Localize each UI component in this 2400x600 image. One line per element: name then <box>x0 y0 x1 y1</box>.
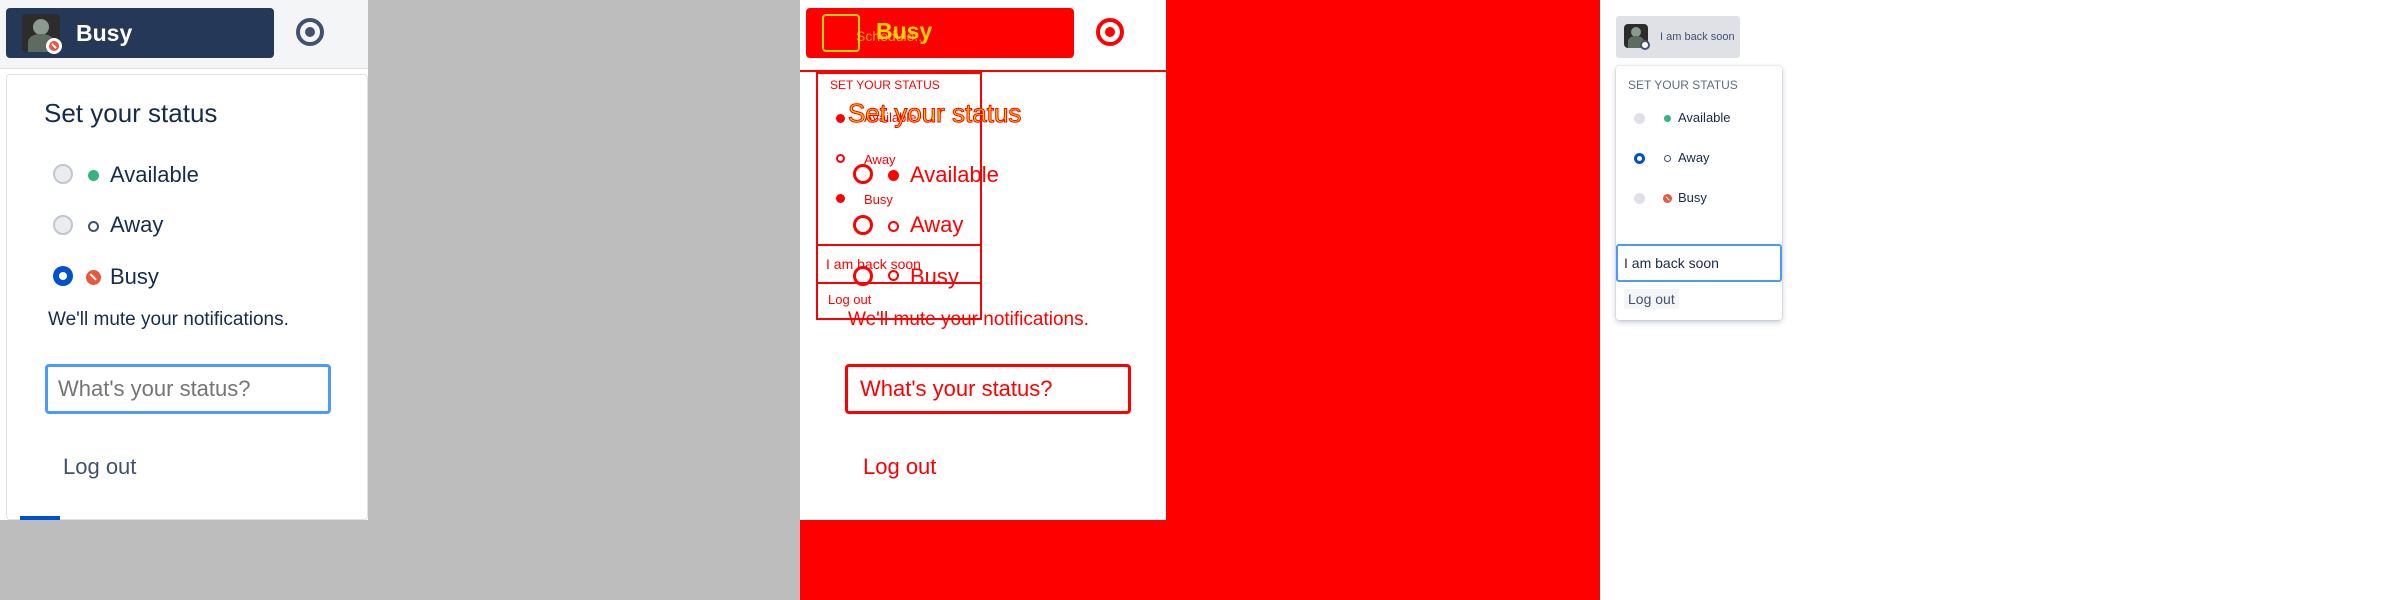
small-radio-away <box>836 154 845 163</box>
scroll-indicator <box>20 516 60 520</box>
gray-strip-bottom <box>0 520 368 600</box>
status-label: I am back soon <box>1660 31 1735 43</box>
away-status-badge-icon <box>1640 40 1650 50</box>
option-away-label: Away <box>110 212 164 237</box>
overlap-text: Schedule... <box>856 28 927 44</box>
option-busy-label: Busy <box>910 264 959 289</box>
status-input[interactable] <box>1616 244 1782 282</box>
busy-dot-icon <box>86 270 101 285</box>
target-icon[interactable] <box>296 18 324 46</box>
logout-button[interactable]: Log out <box>863 454 936 480</box>
status-menu <box>6 74 368 520</box>
menu-title: Set your status <box>44 98 218 128</box>
radio-busy[interactable] <box>1634 193 1645 204</box>
small-option-busy: Busy <box>864 192 893 207</box>
radio-away[interactable] <box>1634 153 1645 164</box>
small-radio-busy <box>836 194 845 203</box>
status-label: Busy <box>76 20 133 46</box>
away-dot-icon <box>888 221 899 232</box>
option-available-label: Available <box>910 162 999 187</box>
avatar <box>822 14 860 52</box>
small-option-away: Away <box>864 152 896 167</box>
small-logout: Log out <box>828 292 872 307</box>
radio-available[interactable] <box>853 164 873 184</box>
busy-status-icon <box>46 38 62 54</box>
menu-small-heading: SET YOUR STATUS <box>830 78 940 92</box>
option-away-label: Away <box>910 212 964 237</box>
menu-title: Set your status <box>847 98 1022 129</box>
mute-note: We'll mute your notifications. <box>848 309 1089 330</box>
option-busy-label: Busy <box>1678 190 1707 205</box>
radio-away[interactable] <box>853 215 873 235</box>
option-available-label: Available <box>1678 110 1731 125</box>
away-dot-icon <box>1664 155 1671 162</box>
radio-available[interactable] <box>53 164 73 184</box>
busy-dot-icon <box>888 270 899 281</box>
option-available-label: Available <box>110 162 199 187</box>
gray-background <box>368 0 800 600</box>
panel-1: Busy Set your status Available Away Busy… <box>0 0 368 520</box>
available-dot-icon <box>888 170 899 181</box>
radio-busy[interactable] <box>853 266 873 286</box>
mute-note: We'll mute your notifications. <box>48 309 289 330</box>
available-dot-icon <box>88 170 99 181</box>
menu-heading: SET YOUR STATUS <box>1628 78 1738 92</box>
logout-button[interactable]: Log out <box>63 454 136 480</box>
option-away-label: Away <box>1678 150 1710 165</box>
target-icon[interactable] <box>1096 18 1124 46</box>
radio-away[interactable] <box>53 215 73 235</box>
available-dot-icon <box>1664 115 1671 122</box>
away-dot-icon <box>88 221 99 232</box>
panel-2: Busy Schedule... SET YOUR STATUS Availab… <box>800 0 1168 520</box>
option-busy-label: Busy <box>110 264 159 289</box>
panel-3: I am back soon SET YOUR STATUS Available… <box>1600 0 2400 600</box>
radio-available[interactable] <box>1634 113 1645 124</box>
radio-busy[interactable] <box>53 266 73 286</box>
status-input-placeholder: What's your status? <box>860 376 1053 401</box>
busy-dot-icon <box>1663 194 1672 203</box>
logout-button[interactable]: Log out <box>1624 289 1679 309</box>
small-radio-available <box>836 114 845 123</box>
small-status-value: I am back soon <box>826 256 921 272</box>
status-input[interactable] <box>45 364 331 414</box>
